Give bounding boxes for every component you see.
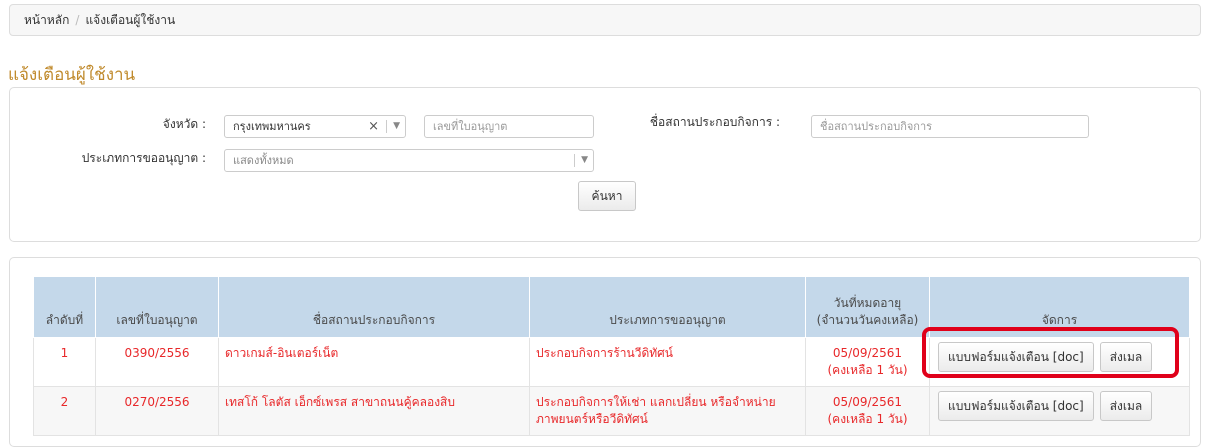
col-header-license-no: เลขที่ใบอนุญาต	[95, 276, 219, 338]
cell-remaining-days: (คงเหลือ 1 วัน)	[827, 363, 908, 377]
notice-form-doc-button[interactable]: แบบฟอร์มแจ้งเตือน [doc]	[938, 391, 1094, 421]
table-row: 2 0270/2556 เทสโก้ โลตัส เอ็กซ์เพรส สาขา…	[33, 386, 1190, 436]
breadcrumb-home-link[interactable]: หน้าหลัก	[24, 13, 69, 27]
cell-expiry: 05/09/2561 (คงเหลือ 1 วัน)	[805, 386, 930, 436]
cell-license-no: 0270/2556	[95, 386, 219, 436]
filter-panel: จังหวัด : กรุงเทพมหานคร × ▼ เลขที่ใบอนุญ…	[9, 87, 1201, 242]
col-header-license-type: ประเภทการขออนุญาต	[529, 276, 806, 338]
province-label: จังหวัด :	[162, 117, 206, 131]
cell-license-type: ประกอบกิจการให้เช่า แลกเปลี่ยน หรือจำหน่…	[529, 386, 806, 436]
search-button[interactable]: ค้นหา	[578, 181, 636, 211]
cell-index: 1	[33, 337, 96, 387]
breadcrumb: หน้าหลัก / แจ้งเตือนผู้ใช้งาน	[9, 4, 1201, 36]
breadcrumb-current: แจ้งเตือนผู้ใช้งาน	[85, 13, 176, 27]
license-type-select-value: แสดงทั้งหมด	[233, 154, 294, 167]
business-name-label: ชื่อสถานประกอบกิจการ :	[649, 115, 780, 129]
cell-remaining-days: (คงเหลือ 1 วัน)	[827, 412, 908, 426]
license-no-input[interactable]: เลขที่ใบอนุญาต	[424, 115, 594, 138]
license-type-select[interactable]: แสดงทั้งหมด ▼	[224, 149, 594, 172]
chevron-down-icon[interactable]: ▼	[393, 116, 400, 137]
highlight-annotation	[922, 327, 1179, 378]
cell-index: 2	[33, 386, 96, 436]
cell-actions: แบบฟอร์มแจ้งเตือน [doc] ส่งเมล	[929, 386, 1190, 436]
cell-expiry-date: 05/09/2561	[832, 346, 903, 360]
send-email-button[interactable]: ส่งเมล	[1099, 391, 1153, 421]
cell-business-name: ดาวเกมส์-อินเตอร์เน็ต	[218, 337, 530, 387]
select-divider	[386, 120, 387, 133]
col-header-index: ลำดับที่	[33, 276, 96, 338]
business-name-input[interactable]: ชื่อสถานประกอบกิจการ	[811, 115, 1089, 138]
col-header-expiry-line2: (จำนวนวันคงเหลือ)	[816, 313, 919, 327]
cell-license-no: 0390/2556	[95, 337, 219, 387]
clear-icon[interactable]: ×	[368, 116, 379, 137]
page-title: แจ้งเตือนผู้ใช้งาน	[8, 65, 136, 85]
col-header-business-name: ชื่อสถานประกอบกิจการ	[218, 276, 530, 338]
license-type-label: ประเภทการขออนุญาต :	[81, 151, 206, 165]
cell-expiry-date: 05/09/2561	[832, 395, 903, 409]
select-divider	[574, 154, 575, 167]
province-select[interactable]: กรุงเทพมหานคร × ▼	[224, 115, 406, 138]
cell-license-type: ประกอบกิจการร้านวีดิทัศน์	[529, 337, 806, 387]
col-header-expiry: วันที่หมดอายุ (จำนวนวันคงเหลือ)	[805, 276, 930, 338]
province-select-value: กรุงเทพมหานคร	[233, 120, 311, 133]
col-header-expiry-line1: วันที่หมดอายุ	[833, 296, 902, 310]
cell-business-name: เทสโก้ โลตัส เอ็กซ์เพรส สาขาถนนคู้คลองสิ…	[218, 386, 530, 436]
breadcrumb-separator: /	[75, 13, 80, 27]
cell-expiry: 05/09/2561 (คงเหลือ 1 วัน)	[805, 337, 930, 387]
chevron-down-icon[interactable]: ▼	[581, 150, 588, 171]
